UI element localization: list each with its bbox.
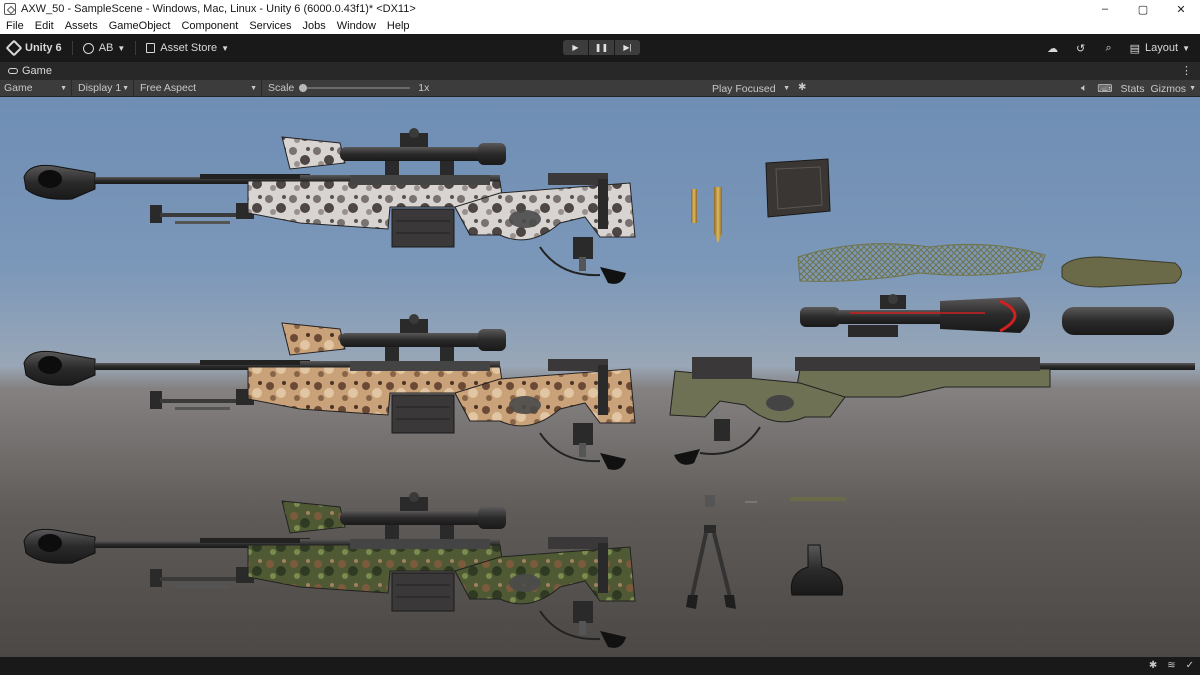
scale-label: Scale bbox=[268, 82, 295, 94]
maximize-button[interactable]: ▢ bbox=[1124, 0, 1162, 18]
step-button[interactable]: ▶| bbox=[615, 40, 640, 55]
scale-control: Scale 1x bbox=[262, 82, 429, 94]
aspect-label: Free Aspect bbox=[140, 82, 197, 94]
status-icons: ✱ ≋ ✓ bbox=[1139, 660, 1194, 671]
unity-logo-icon bbox=[5, 39, 23, 57]
account-icon bbox=[82, 42, 94, 54]
scale-slider-handle[interactable] bbox=[299, 84, 308, 92]
gamepad-icon bbox=[8, 68, 18, 74]
asset-store-dropdown[interactable]: Asset Store ▼ bbox=[146, 42, 229, 54]
audio-icon[interactable]: 🔈︎ bbox=[1081, 82, 1087, 95]
bipod bbox=[686, 525, 736, 609]
chevron-down-icon: ▼ bbox=[1189, 85, 1196, 92]
check-icon[interactable]: ✓ bbox=[1186, 660, 1194, 671]
game-toolbar-right: 🔈︎ ⌨ Stats Gizmos ▼ bbox=[1081, 80, 1196, 97]
keyboard-icon[interactable]: ⌨ bbox=[1097, 83, 1112, 95]
minimize-button[interactable]: – bbox=[1086, 0, 1124, 18]
menu-component[interactable]: Component bbox=[181, 20, 238, 32]
chevron-down-icon: ▼ bbox=[1182, 43, 1190, 53]
play-mode-label: Play Focused bbox=[712, 82, 776, 95]
loose-scope bbox=[800, 294, 1030, 337]
cloud-icon[interactable]: ☁ bbox=[1046, 41, 1060, 55]
game-mode-dropdown[interactable]: Game ▼ bbox=[0, 79, 72, 97]
small-part bbox=[745, 501, 757, 503]
toolbar-right: ☁ ↺ ⌕ ▤ Layout ▼ bbox=[1032, 34, 1190, 62]
chevron-down-icon: ▼ bbox=[250, 84, 257, 92]
menu-assets[interactable]: Assets bbox=[65, 20, 98, 32]
chevron-down-icon: ▼ bbox=[221, 43, 230, 53]
asset-store-label: Asset Store bbox=[160, 42, 218, 54]
chevron-down-icon: ▼ bbox=[783, 85, 790, 92]
account-label: AB bbox=[98, 42, 114, 54]
cartridge bbox=[714, 187, 722, 243]
menu-edit[interactable]: Edit bbox=[35, 20, 54, 32]
menu-file[interactable]: File bbox=[6, 20, 24, 32]
chevron-down-icon: ▼ bbox=[122, 84, 129, 92]
toolbar-divider bbox=[71, 41, 73, 55]
window-tab-strip: Game ⋮ bbox=[0, 62, 1200, 80]
gizmos-dropdown[interactable]: Gizmos ▼ bbox=[1150, 83, 1196, 95]
menu-jobs[interactable]: Jobs bbox=[303, 20, 326, 32]
toolbar-divider bbox=[135, 41, 137, 55]
small-part bbox=[790, 497, 846, 501]
small-part bbox=[705, 495, 715, 507]
menu-bar: File Edit Assets GameObject Component Se… bbox=[0, 18, 1200, 34]
play-button[interactable]: ▶ bbox=[563, 40, 588, 55]
unity-menu-button[interactable]: Unity 6 bbox=[0, 39, 62, 57]
suppressor bbox=[1062, 307, 1174, 335]
game-mode-label: Game bbox=[4, 82, 33, 94]
layers-icon[interactable]: ≋ bbox=[1167, 660, 1175, 671]
kebab-menu-icon[interactable]: ⋮ bbox=[1181, 64, 1192, 77]
menu-help[interactable]: Help bbox=[387, 20, 410, 32]
unity-app-icon bbox=[4, 3, 16, 15]
rifle-olive bbox=[669, 357, 1195, 465]
suppressor-cover bbox=[1061, 256, 1182, 288]
bug-icon[interactable]: ✱ bbox=[798, 82, 810, 94]
menu-services[interactable]: Services bbox=[249, 20, 291, 32]
playmode-controls: ▶ ❚❚ ▶| bbox=[563, 40, 641, 55]
pause-button[interactable]: ❚❚ bbox=[589, 40, 614, 55]
stats-toggle[interactable]: Stats bbox=[1121, 83, 1145, 95]
layout-dropdown[interactable]: ▤ Layout ▼ bbox=[1130, 42, 1190, 55]
close-button[interactable]: ✕ bbox=[1162, 0, 1200, 18]
status-bar: ✱ ≋ ✓ bbox=[0, 657, 1200, 675]
debug-icon[interactable]: ✱ bbox=[1149, 660, 1157, 671]
window-title: AXW_50 - SampleScene - Windows, Mac, Lin… bbox=[21, 3, 416, 15]
display-label: Display 1 bbox=[78, 82, 122, 94]
display-dropdown[interactable]: Display 1 ▼ bbox=[72, 79, 134, 97]
game-viewport[interactable] bbox=[0, 97, 1200, 657]
layout-label: Layout bbox=[1145, 42, 1179, 54]
cartridge bbox=[691, 189, 697, 223]
scale-value: 1x bbox=[418, 82, 430, 94]
scene-render bbox=[23, 127, 1195, 649]
menu-gameobject[interactable]: GameObject bbox=[109, 20, 171, 32]
layout-grid-icon: ▤ bbox=[1129, 42, 1141, 55]
search-icon[interactable]: ⌕ bbox=[1102, 41, 1116, 55]
rifle-snow-camo bbox=[23, 127, 636, 285]
aspect-dropdown[interactable]: Free Aspect ▼ bbox=[134, 79, 262, 97]
muzzle-brake-part bbox=[790, 544, 844, 596]
camo-net-wrap bbox=[797, 243, 1046, 282]
scale-slider[interactable] bbox=[299, 84, 411, 92]
shopping-bag-icon bbox=[146, 43, 156, 53]
play-mode-dropdown[interactable]: Play Focused ▼ bbox=[708, 80, 794, 97]
gizmos-label: Gizmos bbox=[1150, 82, 1187, 95]
rifle-woodland-camo bbox=[23, 491, 636, 649]
menu-window[interactable]: Window bbox=[337, 20, 376, 32]
chevron-down-icon: ▼ bbox=[117, 43, 126, 53]
title-bar: AXW_50 - SampleScene - Windows, Mac, Lin… bbox=[0, 0, 1200, 18]
history-icon[interactable]: ↺ bbox=[1074, 41, 1088, 55]
rifle-desert-camo bbox=[23, 313, 636, 471]
chevron-down-icon: ▼ bbox=[60, 84, 67, 92]
account-dropdown[interactable]: AB ▼ bbox=[82, 42, 126, 54]
unity-version-label: Unity 6 bbox=[25, 42, 62, 54]
tab-game[interactable]: Game bbox=[0, 65, 52, 77]
game-view-toolbar: Game ▼ Display 1 ▼ Free Aspect ▼ Scale 1… bbox=[0, 79, 1200, 97]
tab-game-label: Game bbox=[22, 65, 52, 77]
